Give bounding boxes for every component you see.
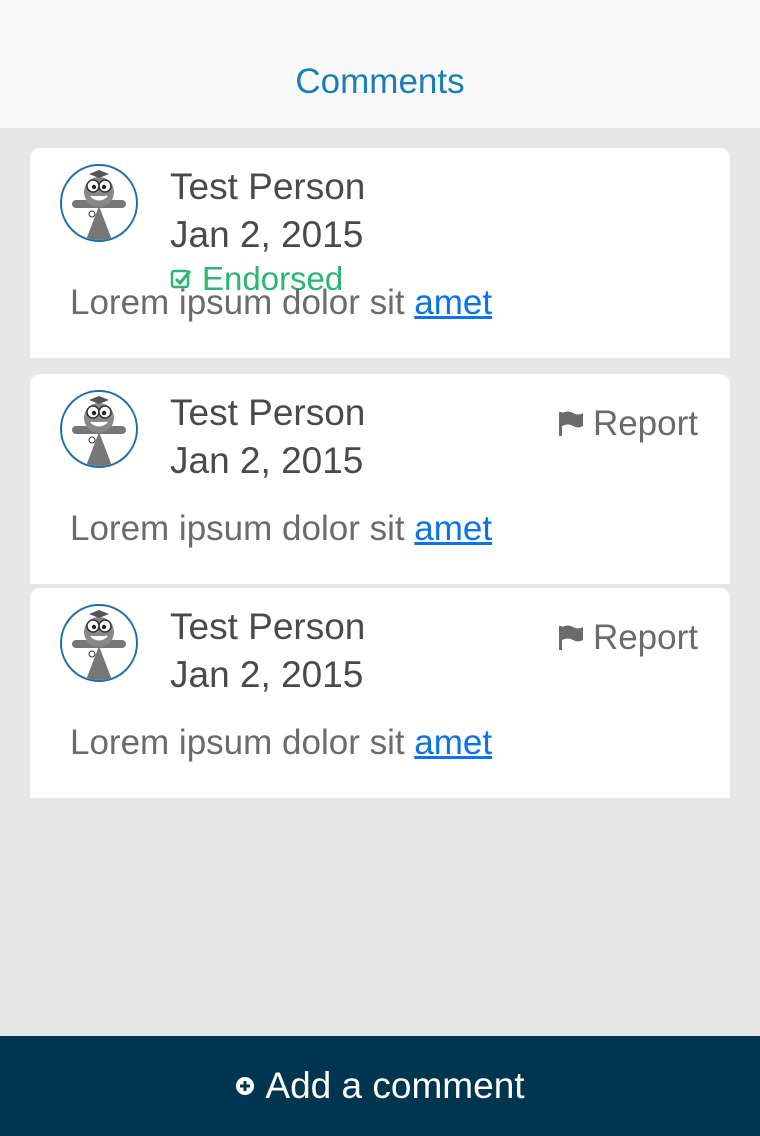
comment-body: Lorem ipsum dolor sit amet — [70, 283, 492, 323]
comment-date: Jan 2, 2015 — [170, 440, 364, 481]
comment-date: Jan 2, 2015 — [170, 214, 364, 255]
avatar[interactable] — [60, 604, 138, 682]
report-button[interactable]: Report — [557, 404, 698, 444]
avatar[interactable] — [60, 390, 138, 468]
comment-body-link[interactable]: amet — [414, 723, 492, 762]
comment-author: Test Person — [170, 606, 366, 647]
plus-circle-icon — [236, 1077, 255, 1095]
comment-author: Test Person — [170, 166, 366, 207]
header-bar: Comments — [0, 0, 760, 128]
avatar[interactable] — [60, 164, 138, 242]
comment-body: Lorem ipsum dolor sit amet — [70, 723, 492, 763]
comment-body-link[interactable]: amet — [414, 283, 492, 322]
comment-body: Lorem ipsum dolor sit amet — [70, 509, 492, 549]
page-title: Comments — [295, 62, 465, 101]
report-label: Report — [592, 404, 698, 443]
comment-date: Jan 2, 2015 — [170, 654, 364, 695]
comment-card: Test Person Jan 2, 2015 Endorsed Lorem i… — [30, 148, 730, 358]
comment-body-link[interactable]: amet — [414, 509, 492, 548]
flag-icon — [558, 625, 583, 650]
comment-body-text: Lorem ipsum dolor sit — [70, 723, 415, 762]
report-label: Report — [592, 618, 698, 657]
mascot-avatar-icon — [72, 610, 126, 680]
mascot-avatar-icon — [72, 170, 126, 240]
comment-author: Test Person — [170, 392, 366, 433]
flag-icon — [558, 411, 583, 436]
add-comment-button[interactable]: Add a comment — [0, 1036, 760, 1136]
comment-card: Test Person Jan 2, 2015 Report Lorem ips… — [30, 588, 730, 798]
comment-card: Test Person Jan 2, 2015 Report Lorem ips… — [30, 374, 730, 584]
report-button[interactable]: Report — [557, 618, 698, 658]
add-comment-label: Add a comment — [265, 1065, 525, 1106]
mascot-avatar-icon — [72, 396, 126, 466]
comment-body-text: Lorem ipsum dolor sit — [70, 509, 415, 548]
comment-body-text: Lorem ipsum dolor sit — [70, 283, 415, 322]
